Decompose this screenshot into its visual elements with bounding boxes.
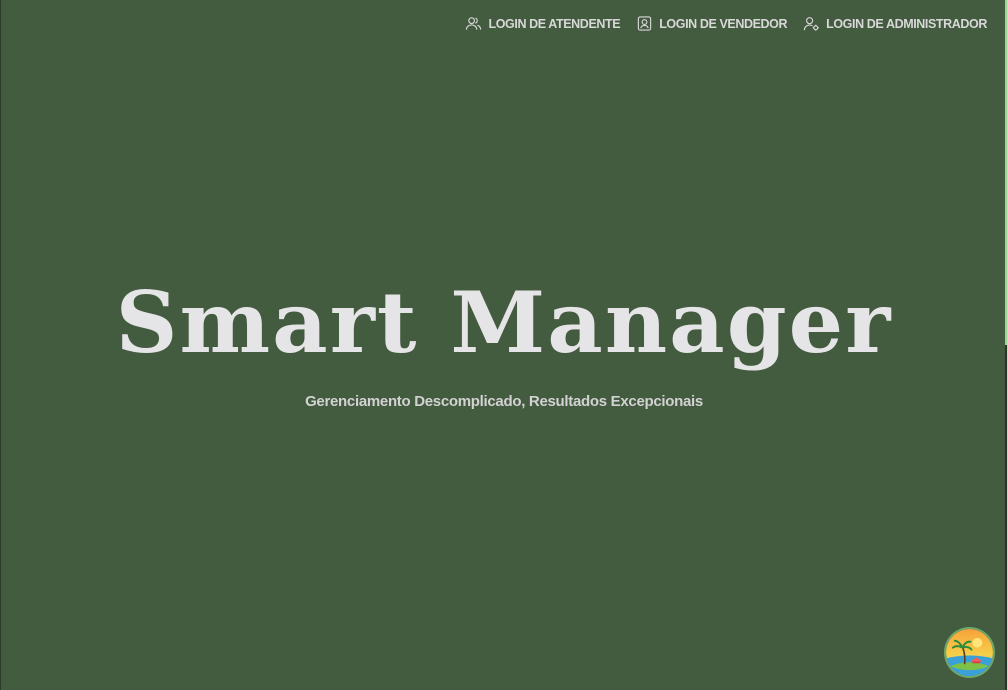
login-atendente-link[interactable]: LOGIN DE ATENDENTE: [465, 15, 621, 32]
login-administrador-label: LOGIN DE ADMINISTRADOR: [826, 16, 987, 31]
login-administrador-link[interactable]: LOGIN DE ADMINISTRADOR: [803, 15, 987, 32]
beach-logo-icon: [946, 629, 993, 676]
page-subtitle: Gerenciamento Descomplicado, Resultados …: [305, 393, 703, 410]
login-atendente-label: LOGIN DE ATENDENTE: [488, 16, 621, 31]
avatar[interactable]: [946, 629, 993, 676]
users-icon: [465, 15, 482, 32]
hero-section: Smart Manager Gerenciamento Descomplicad…: [1, 265, 1007, 410]
login-vendedor-link[interactable]: LOGIN DE VENDEDOR: [636, 15, 788, 32]
landing-page: LOGIN DE ATENDENTE LOGIN DE VENDEDOR LOG…: [0, 0, 1007, 690]
page-title: Smart Manager: [115, 273, 893, 372]
top-nav: LOGIN DE ATENDENTE LOGIN DE VENDEDOR LOG…: [465, 15, 987, 32]
id-badge-icon: [636, 15, 653, 32]
login-vendedor-label: LOGIN DE VENDEDOR: [659, 16, 788, 31]
user-gear-icon: [803, 15, 820, 32]
